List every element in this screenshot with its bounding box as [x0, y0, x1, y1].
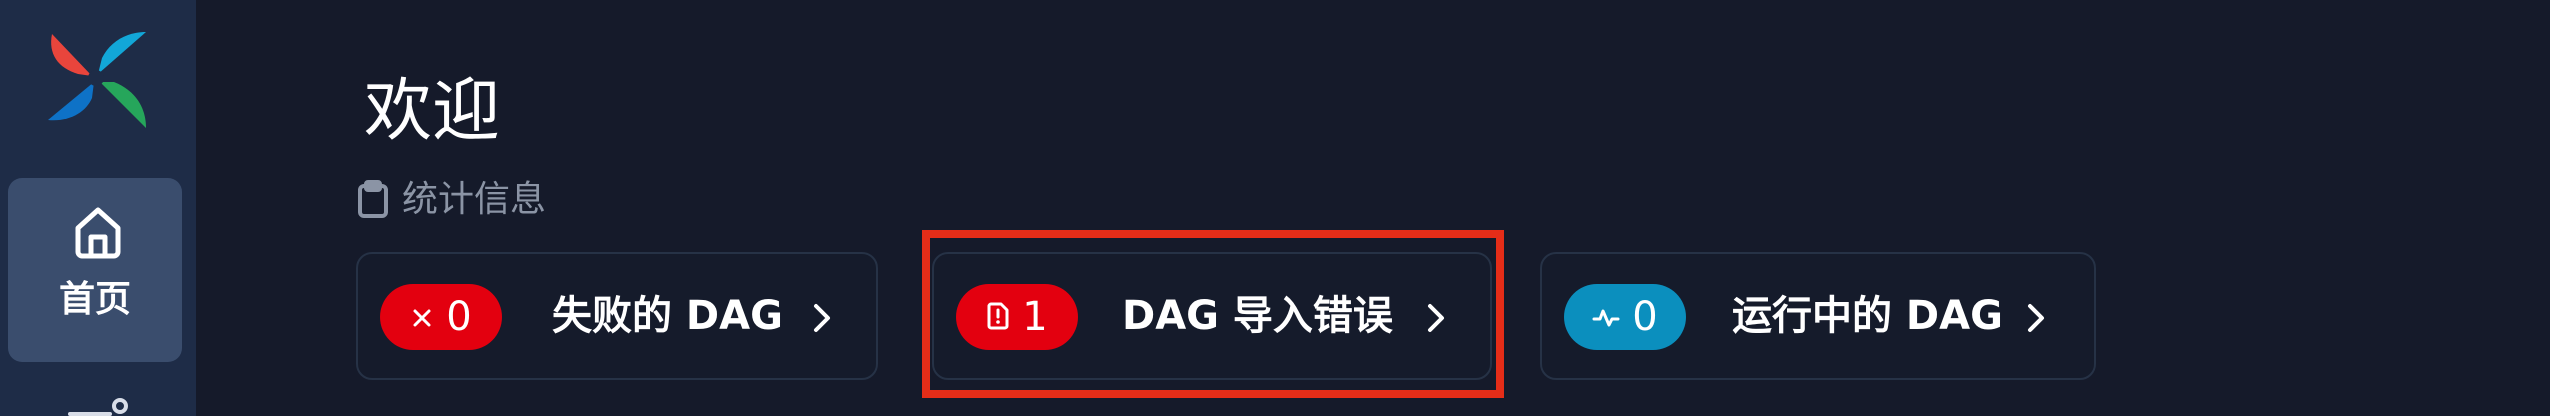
running-dags-count: 0 — [1632, 294, 1658, 340]
dag-import-errors-label: DAG 导入错误 — [1122, 293, 1393, 339]
warning-file-icon — [986, 297, 1010, 337]
activity-icon — [1592, 297, 1620, 337]
failed-dags-card[interactable]: 0 失败的 DAG — [356, 252, 878, 380]
sidebar-item-home[interactable]: 首页 — [8, 178, 182, 362]
failed-dags-count: 0 — [446, 294, 472, 340]
running-dags-count-badge: 0 — [1564, 284, 1686, 350]
chevron-right-icon — [1426, 302, 1446, 334]
airflow-dashboard: 首页 欢迎 统计信息 0 失败的 DAG 1 DAG 导入错误 0 运行中的 D… — [0, 0, 2550, 416]
running-dags-card[interactable]: 0 运行中的 DAG — [1540, 252, 2096, 380]
x-icon — [410, 297, 434, 337]
page-title: 欢迎 — [364, 71, 501, 151]
chevron-right-icon — [812, 302, 832, 334]
stats-section-header: 统计信息 — [356, 178, 546, 222]
failed-dags-count-badge: 0 — [380, 284, 502, 350]
dag-import-errors-count-badge: 1 — [956, 284, 1078, 350]
running-dags-label: 运行中的 DAG — [1732, 293, 2003, 339]
failed-dags-label: 失败的 DAG — [552, 293, 783, 339]
partial-menu-icon[interactable] — [66, 398, 128, 416]
chevron-right-icon — [2026, 302, 2046, 334]
stats-section-label: 统计信息 — [402, 179, 547, 220]
home-icon — [70, 202, 126, 260]
sidebar-item-label: 首页 — [58, 279, 131, 320]
sidebar: 首页 — [0, 0, 196, 416]
clipboard-icon — [356, 180, 390, 220]
dag-import-errors-card[interactable]: 1 DAG 导入错误 — [932, 252, 1492, 380]
dag-import-errors-count: 1 — [1022, 294, 1048, 340]
airflow-pinwheel-icon[interactable] — [42, 24, 150, 132]
